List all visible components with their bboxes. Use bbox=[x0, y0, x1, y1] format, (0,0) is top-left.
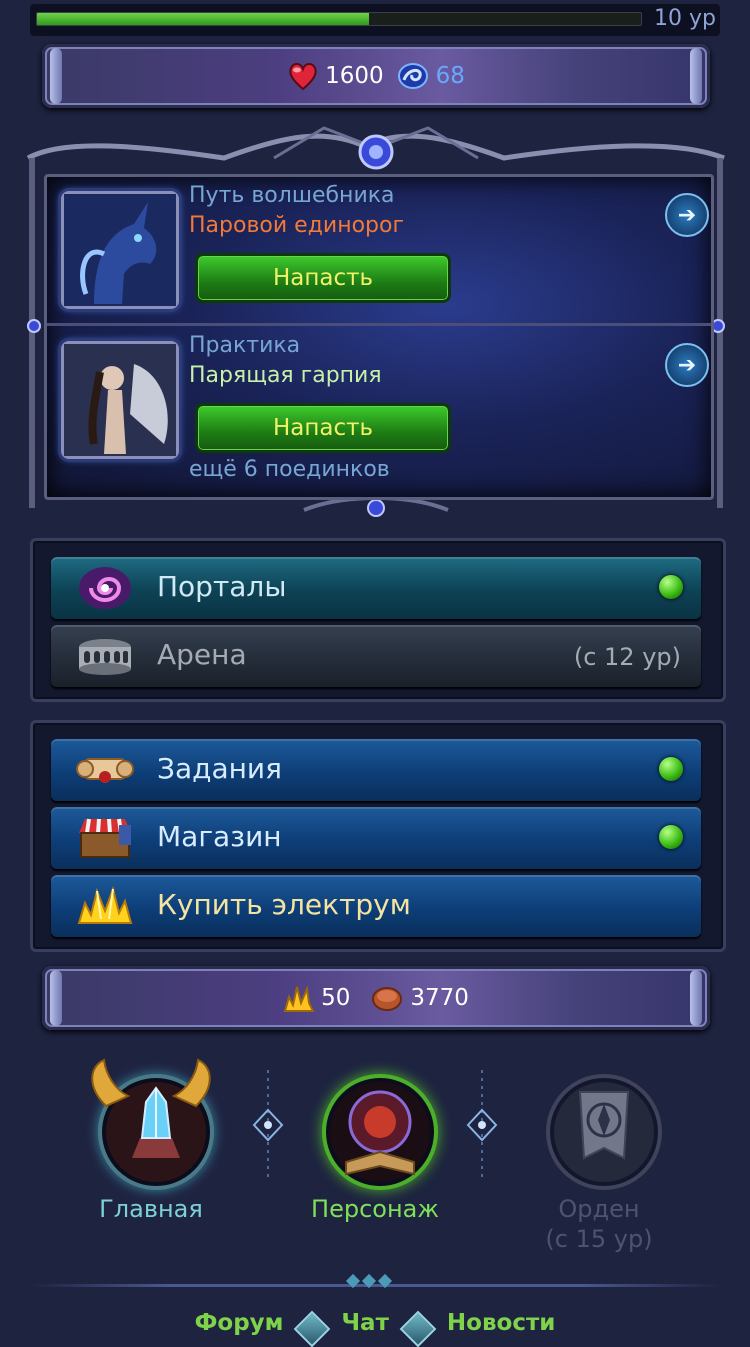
nav-label: Орден bbox=[558, 1195, 640, 1223]
level-label: 10 ур bbox=[654, 6, 716, 31]
electrum-icon bbox=[283, 985, 315, 1012]
nav-label: Главная bbox=[99, 1195, 203, 1223]
opponent-portrait[interactable] bbox=[61, 191, 179, 309]
heart-icon bbox=[289, 63, 317, 91]
duels-remaining: ещё 6 поединков bbox=[189, 457, 390, 482]
footer-link-chat[interactable]: Чат bbox=[341, 1310, 388, 1342]
top-stats-bar: 1600 68 bbox=[42, 44, 710, 108]
duel-title: Путь волшебника bbox=[189, 183, 395, 208]
notification-dot bbox=[659, 757, 683, 781]
menu-item-quests[interactable]: Задания bbox=[51, 739, 701, 801]
footer-links: Форум Чат Новости bbox=[0, 1310, 750, 1347]
unicorn-icon bbox=[64, 194, 176, 306]
divider-gems bbox=[345, 1273, 393, 1289]
menu-item-label: Задания bbox=[157, 752, 282, 785]
level-requirement: (с 12 ур) bbox=[573, 643, 681, 671]
menu-item-arena[interactable]: Арена (с 12 ур) bbox=[51, 625, 701, 687]
notification-dot bbox=[659, 825, 683, 849]
xp-fill bbox=[37, 13, 370, 25]
mana-swirl-icon bbox=[397, 63, 428, 89]
nav-separator bbox=[252, 1070, 284, 1180]
golden-wings-icon bbox=[91, 1058, 211, 1108]
nav-separator bbox=[466, 1070, 498, 1180]
menu-item-label: Магазин bbox=[157, 820, 282, 853]
menu-item-shop[interactable]: Магазин bbox=[51, 807, 701, 869]
menu-panel-secondary: Задания Магазин Купить электрум bbox=[30, 720, 726, 952]
footer-link-forum[interactable]: Форум bbox=[195, 1310, 284, 1342]
attack-button[interactable]: Напасть bbox=[195, 253, 451, 303]
menu-item-label: Купить электрум bbox=[157, 888, 411, 921]
menu-panel-primary: Порталы Арена (с 12 ур) bbox=[30, 538, 726, 702]
xp-bar: 10 ур bbox=[30, 4, 720, 36]
shop-stall-icon bbox=[79, 818, 131, 858]
diamond-icon bbox=[399, 1310, 437, 1347]
harpy-icon bbox=[64, 344, 176, 456]
electrum-crystal-icon bbox=[77, 885, 133, 924]
copper-coin-icon bbox=[372, 987, 403, 1011]
notification-dot bbox=[659, 575, 683, 599]
arrow-right-icon[interactable]: ➔ bbox=[665, 193, 709, 237]
menu-item-label: Арена bbox=[157, 638, 247, 671]
colosseum-icon bbox=[79, 639, 131, 675]
mana-value: 68 bbox=[435, 63, 465, 89]
menu-item-portals[interactable]: Порталы bbox=[51, 557, 701, 619]
order-banner-icon bbox=[546, 1074, 662, 1190]
duel-panel: Путь волшебника Паровой единорог Напасть… bbox=[24, 118, 728, 524]
portal-icon bbox=[79, 567, 131, 609]
currency-bar: 50 3770 bbox=[42, 966, 710, 1030]
xp-track bbox=[36, 12, 642, 26]
arrow-right-icon[interactable]: ➔ bbox=[665, 343, 709, 387]
scroll-icon bbox=[76, 758, 134, 783]
opponent-portrait[interactable] bbox=[61, 341, 179, 459]
health-value: 1600 bbox=[325, 63, 384, 89]
menu-item-label: Порталы bbox=[157, 570, 287, 603]
level-requirement: (с 15 ур) bbox=[545, 1225, 653, 1253]
opponent-name: Парящая гарпия bbox=[189, 363, 382, 388]
nav-label: Персонаж bbox=[311, 1195, 439, 1223]
spellbook-orb-icon bbox=[322, 1074, 438, 1190]
duel-row: Путь волшебника Паровой единорог Напасть… bbox=[47, 177, 719, 327]
duel-title: Практика bbox=[189, 333, 301, 358]
footer-link-news[interactable]: Новости bbox=[447, 1310, 556, 1342]
coins-value: 3770 bbox=[410, 985, 469, 1011]
menu-item-buy-electrum[interactable]: Купить электрум bbox=[51, 875, 701, 937]
diamond-icon bbox=[294, 1310, 331, 1347]
opponent-name: Паровой единорог bbox=[189, 213, 405, 238]
attack-button[interactable]: Напасть bbox=[195, 403, 451, 453]
duel-divider bbox=[47, 323, 711, 326]
duel-row: Практика Парящая гарпия Напасть ➔ ещё 6 … bbox=[47, 327, 719, 482]
electrum-value: 50 bbox=[321, 985, 351, 1011]
